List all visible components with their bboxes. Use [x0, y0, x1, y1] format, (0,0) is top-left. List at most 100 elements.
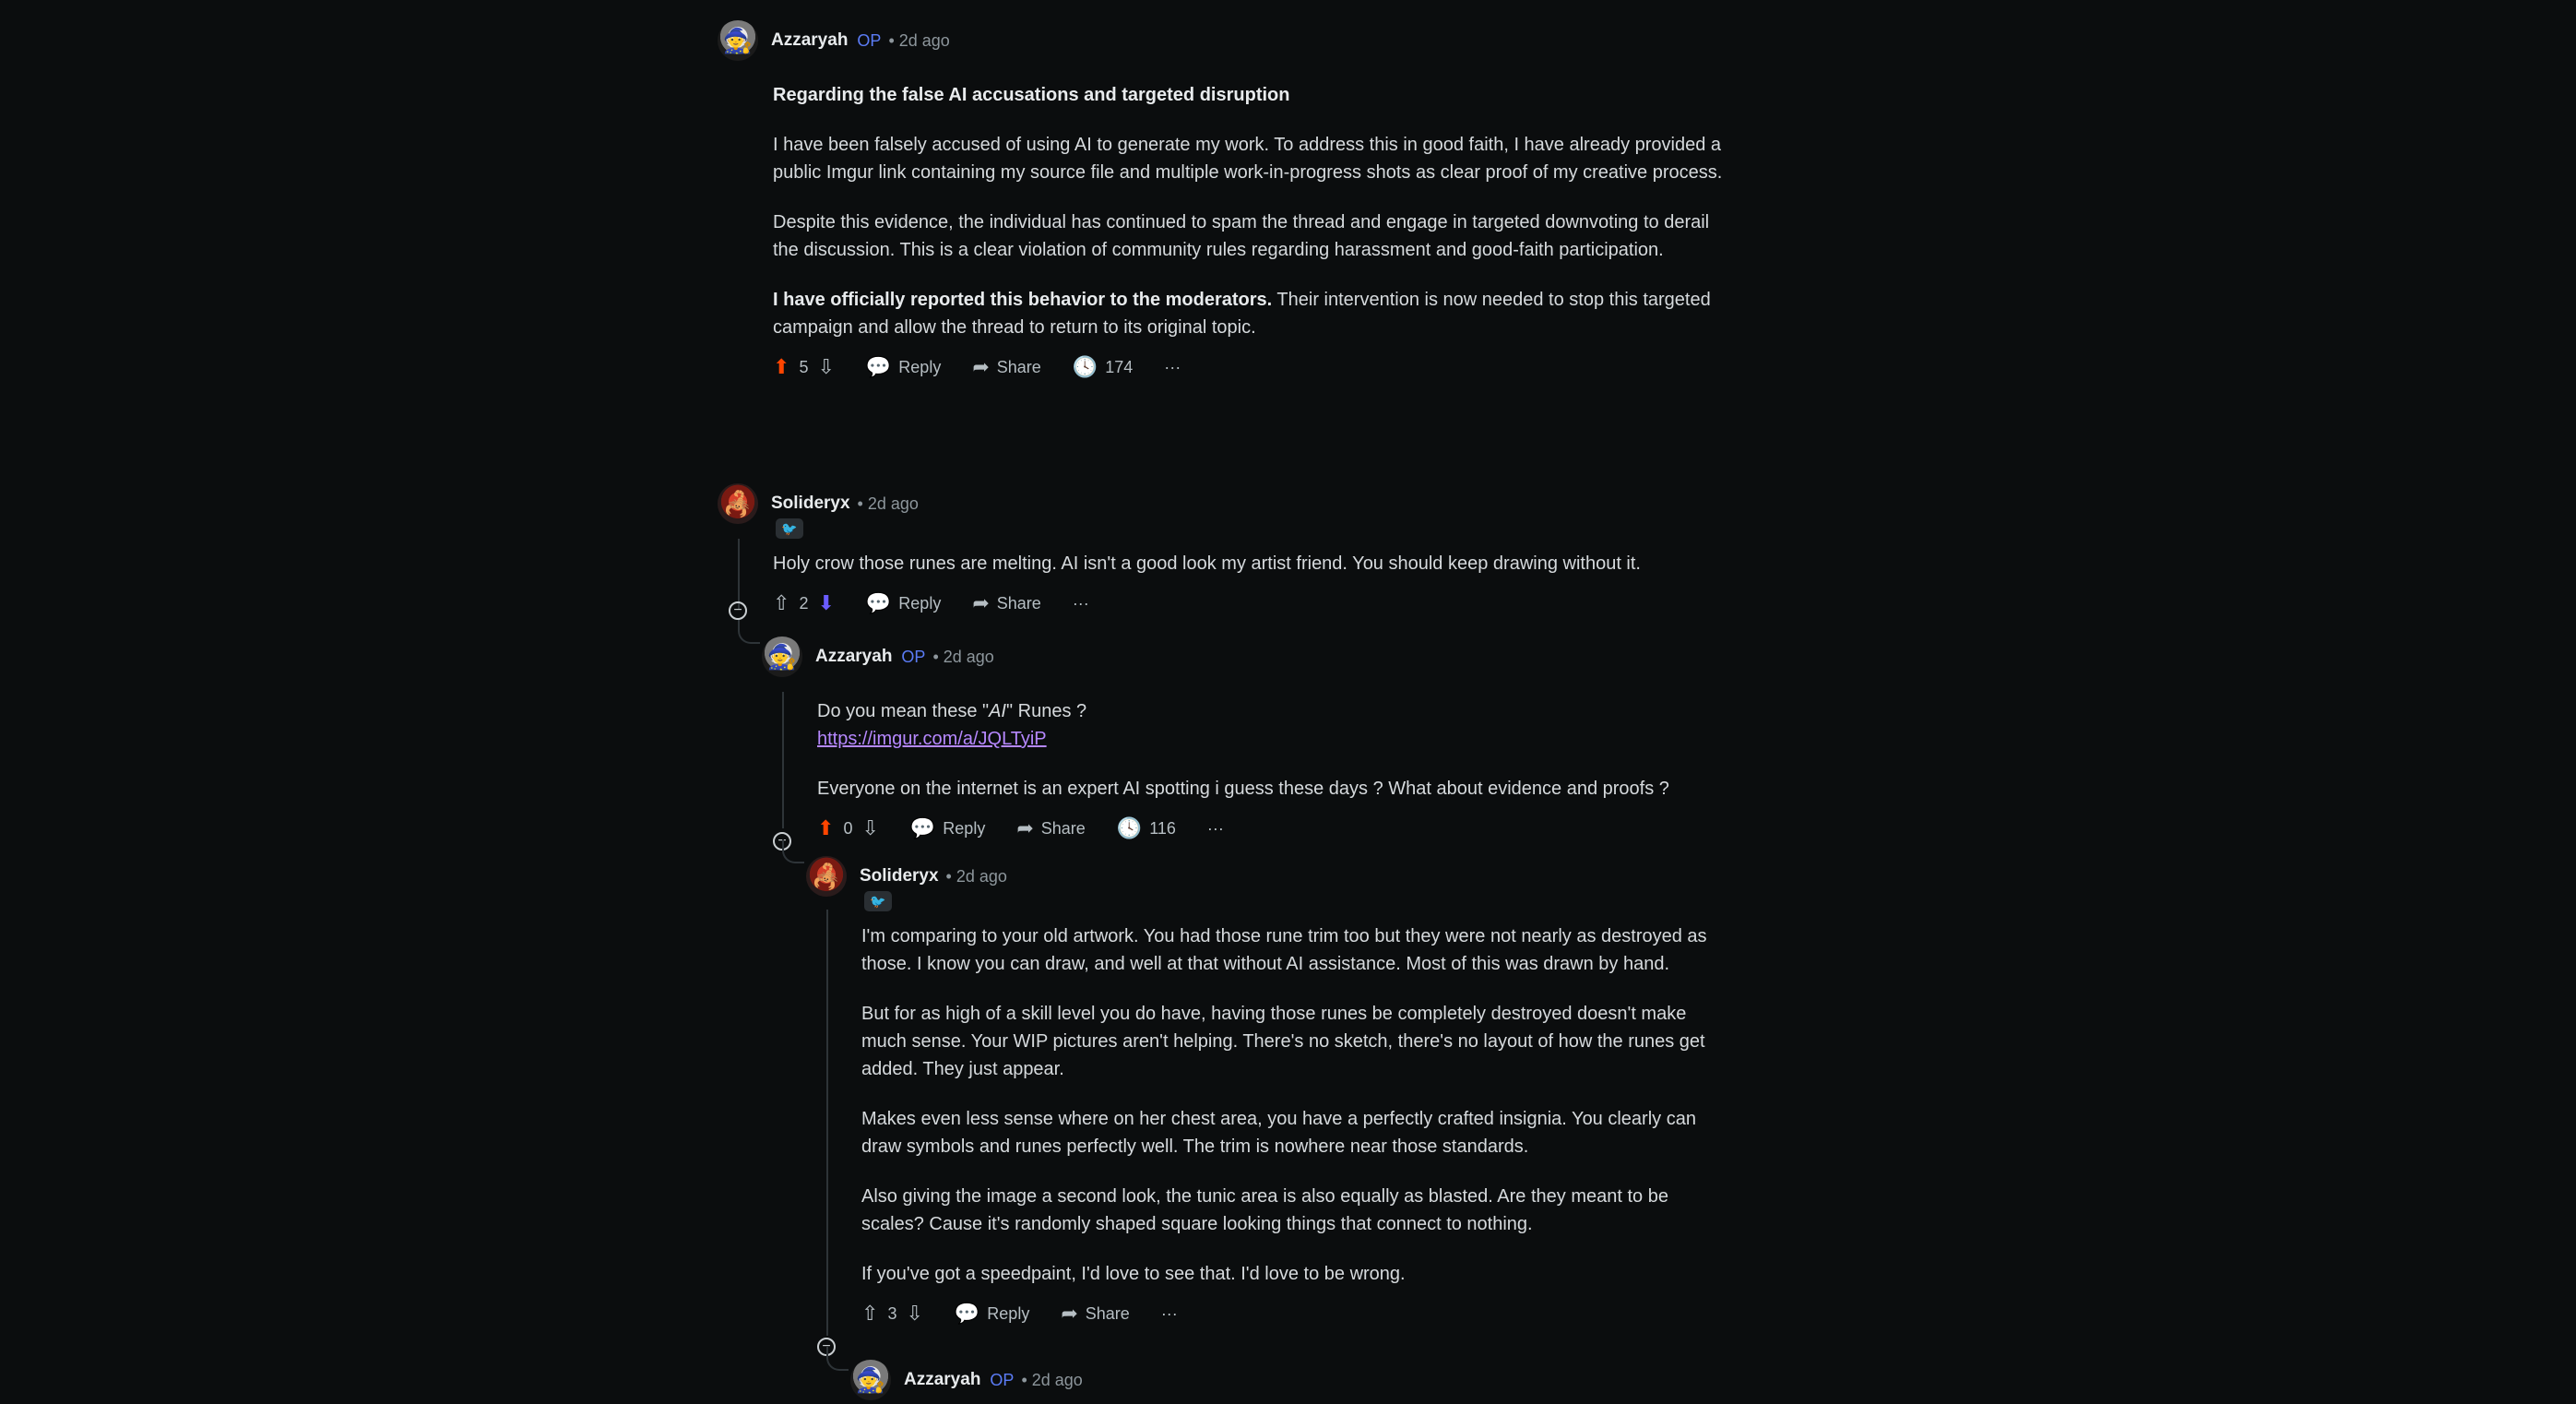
reply-button[interactable]: 💬 Reply [866, 593, 941, 613]
more-options-button[interactable]: ··· [1161, 1304, 1178, 1324]
reply-button[interactable]: 💬 Reply [955, 1303, 1029, 1324]
imgur-link[interactable]: https://imgur.com/a/JQLTyiP [817, 729, 1047, 749]
more-options-button[interactable]: ··· [1207, 819, 1224, 839]
share-arrow-icon: ➦ [1061, 1302, 1078, 1325]
share-arrow-icon: ➦ [1016, 816, 1034, 839]
upvote-icon[interactable]: ⇧ [773, 593, 789, 613]
reply-label: Reply [943, 818, 986, 838]
author-name[interactable]: Azzaryah [904, 1370, 980, 1390]
reply-label: Reply [987, 1303, 1030, 1323]
comment-paragraph: Holy crow those runes are melting. AI is… [773, 553, 1641, 574]
share-label: Share [1040, 818, 1086, 838]
share-label: Share [996, 593, 1041, 613]
comment-header: 🧙 Azzaryah OP • 2d ago [718, 17, 1723, 65]
comment-actions: ⇧ 2 ⬇ 💬 Reply ➦ Share ··· [773, 583, 1723, 624]
user-flair-icon: 🐦 [776, 518, 803, 539]
comment-title: Regarding the false AI accusations and t… [773, 85, 1290, 105]
timestamp: • 2d ago [857, 494, 919, 513]
comment-paragraph: Despite this evidence, the individual ha… [773, 212, 1710, 260]
comment-bubble-icon: 💬 [909, 816, 936, 839]
timestamp: • 2d ago [1021, 1370, 1083, 1389]
author-name[interactable]: Azzaryah [815, 647, 892, 667]
author-name[interactable]: Solideryx [860, 866, 939, 886]
comment-paragraph: I have officially reported this behavior… [773, 286, 1723, 341]
paragraph-text: " Runes ? [1006, 701, 1087, 721]
views-indicator: 🕓 116 [1117, 818, 1176, 839]
share-button[interactable]: ➦ Share [1016, 818, 1085, 839]
thread-connector [738, 620, 760, 644]
reply-button[interactable]: 💬 Reply [866, 357, 941, 377]
comment-solideryx-1: 🦂 Solideryx • 2d ago 🐦 Holy crow those r… [718, 480, 1723, 624]
share-label: Share [1085, 1303, 1130, 1323]
avatar[interactable]: 🦂 [806, 856, 847, 897]
vote-count: 2 [799, 593, 809, 613]
author-name[interactable]: Azzaryah [771, 30, 848, 51]
views-count: 116 [1149, 818, 1176, 838]
clock-icon: 🕓 [1116, 816, 1143, 839]
more-options-button[interactable]: ··· [1073, 594, 1089, 613]
vote-count: 5 [799, 357, 809, 376]
views-indicator: 🕓 174 [1073, 357, 1133, 377]
comment-paragraph: https://imgur.com/a/JQLTyiP [817, 725, 1723, 753]
comment-body: Regarding the false AI accusations and t… [773, 81, 1723, 341]
vote-controls: ⇧ 2 ⬇ [773, 593, 835, 613]
comment-azzaryah-2: 🧙 Azzaryah OP • 2d ago Do you mean these… [762, 633, 1723, 851]
comment-header: 🧙 Azzaryah OP • 2d ago [762, 633, 1723, 681]
comment-solideryx-2: 🦂 Solideryx • 2d ago 🐦 I'm comparing to … [806, 852, 1723, 1356]
timestamp: • 2d ago [932, 647, 994, 666]
thread-connector [782, 839, 804, 863]
avatar[interactable]: 🦂 [718, 483, 758, 524]
comment-paragraph: I'm comparing to your old artwork. You h… [861, 926, 1707, 974]
share-button[interactable]: ➦ Share [972, 357, 1040, 377]
clock-icon: 🕓 [1072, 355, 1098, 378]
share-arrow-icon: ➦ [972, 355, 990, 378]
op-badge: OP [990, 1370, 1015, 1389]
comment-body: Do you mean these "AI" Runes ? https://i… [817, 697, 1723, 803]
op-badge: OP [857, 30, 882, 50]
comment-header: 🧙 Azzaryah OP • 2d ago [850, 1356, 1723, 1404]
downvote-icon[interactable]: ⇩ [906, 1303, 922, 1324]
views-count: 174 [1105, 357, 1134, 376]
comment-paragraph: Do you mean these "AI" Runes ? [817, 697, 1723, 725]
comment-bubble-icon: 💬 [865, 355, 892, 378]
share-button[interactable]: ➦ Share [972, 593, 1040, 613]
avatar[interactable]: 🧙 [718, 20, 758, 61]
share-button[interactable]: ➦ Share [1061, 1303, 1129, 1324]
upvote-icon[interactable]: ⬆ [773, 357, 789, 377]
emphasis-text: AI [989, 701, 1006, 721]
timestamp: • 2d ago [945, 866, 1007, 886]
reply-label: Reply [898, 593, 942, 613]
comment-body: I'm comparing to your old artwork. You h… [861, 922, 1723, 1288]
comment-actions: ⇧ 3 ⇩ 💬 Reply ➦ Share ··· [861, 1293, 1723, 1334]
comment-paragraph: But for as high of a skill level you do … [861, 1004, 1705, 1079]
downvote-icon[interactable]: ⇩ [817, 357, 834, 377]
comment-paragraph: I have been falsely accused of using AI … [773, 135, 1723, 183]
comment-paragraph: Also giving the image a second look, the… [861, 1186, 1668, 1234]
upvote-icon[interactable]: ⬆ [817, 818, 834, 839]
user-flair-icon: 🐦 [864, 891, 892, 911]
comment-actions: ⬆ 0 ⇩ 💬 Reply ➦ Share 🕓 116 ··· [817, 808, 1723, 849]
thread-connector [826, 1347, 849, 1371]
vote-count: 0 [843, 818, 853, 838]
avatar[interactable]: 🧙 [762, 637, 802, 677]
comment-paragraph: Makes even less sense where on her chest… [861, 1109, 1696, 1157]
share-arrow-icon: ➦ [972, 591, 990, 614]
downvote-icon[interactable]: ⇩ [861, 818, 878, 839]
vote-controls: ⇧ 3 ⇩ [861, 1303, 923, 1324]
author-name[interactable]: Solideryx [771, 494, 850, 514]
comment-header: 🦂 Solideryx • 2d ago [806, 852, 1723, 900]
comment-azzaryah-3: 🧙 Azzaryah OP • 2d ago [850, 1356, 1723, 1404]
comment-bubble-icon: 💬 [865, 591, 892, 614]
comment-azzaryah-1: 🧙 Azzaryah OP • 2d ago Regarding the fal… [718, 17, 1723, 387]
reply-button[interactable]: 💬 Reply [910, 818, 985, 839]
reply-label: Reply [898, 357, 942, 376]
avatar[interactable]: 🧙 [850, 1360, 891, 1400]
vote-controls: ⬆ 5 ⇩ [773, 357, 835, 377]
comment-bubble-icon: 💬 [954, 1302, 980, 1325]
collapse-minus-icon[interactable]: − [729, 601, 747, 620]
bold-text: I have officially reported this behavior… [773, 290, 1273, 310]
comment-actions: ⬆ 5 ⇩ 💬 Reply ➦ Share 🕓 174 ··· [773, 347, 1723, 387]
more-options-button[interactable]: ··· [1164, 358, 1181, 377]
downvote-icon[interactable]: ⬇ [817, 593, 834, 613]
upvote-icon[interactable]: ⇧ [861, 1303, 878, 1324]
